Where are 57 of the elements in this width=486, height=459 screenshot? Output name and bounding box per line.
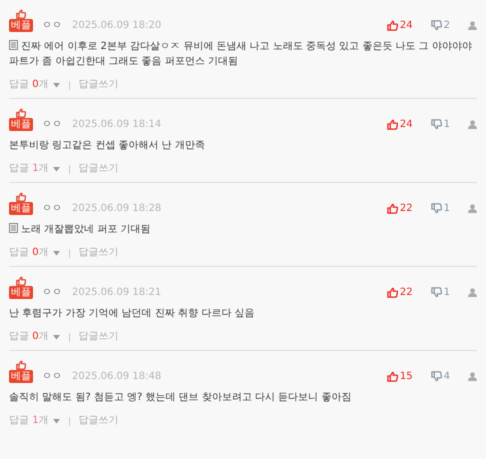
thumbs-down-icon [430,287,442,298]
author-name[interactable]: ㅇㅇ [42,202,62,215]
dislike-button[interactable]: 1 [430,118,450,131]
caret-icon [52,418,60,424]
like-button[interactable]: 22 [386,286,413,299]
dislike-button[interactable]: 2 [430,19,450,32]
reply-toggle[interactable]: 답글 0개 [9,330,60,344]
comment-date: 2025.06.09 18:14 [72,118,162,131]
caret-icon [52,334,60,340]
caret-icon [52,250,60,256]
thumbs-up-icon [386,371,398,382]
like-button[interactable]: 15 [386,370,413,383]
comment-date: 2025.06.09 18:20 [72,19,162,32]
thumbs-up-icon [386,203,398,214]
write-reply-link[interactable]: 답글쓰기 [78,330,119,344]
thumbs-up-icon [386,20,398,31]
reply-toggle[interactable]: 답글 0개 [9,78,60,92]
like-button[interactable]: 24 [386,19,413,32]
dislike-button[interactable]: 1 [430,286,450,299]
thumbs-down-icon [430,203,442,214]
like-button[interactable]: 22 [386,202,413,215]
write-reply-link[interactable]: 답글쓰기 [78,414,119,428]
thumbs-up-icon [386,287,398,298]
user-icon[interactable] [468,120,477,129]
comment-date: 2025.06.09 18:48 [72,370,162,383]
write-reply-link[interactable]: 답글쓰기 [78,162,119,176]
reply-toggle[interactable]: 답글 1개 [9,414,60,428]
user-icon[interactable] [468,21,477,30]
author-name[interactable]: ㅇㅇ [42,118,62,131]
comment-date: 2025.06.09 18:21 [72,286,162,299]
like-button[interactable]: 24 [386,118,413,131]
user-icon[interactable] [468,204,477,213]
thumbs-down-icon [430,371,442,382]
comment-text: 솔직히 말해도 됨? 첨듣고 엥? 했는데 댄브 찾아보려고 다시 듣다보니 좋아짐 [9,391,352,405]
write-reply-link[interactable]: 답글쓰기 [78,246,119,260]
write-reply-link[interactable]: 답글쓰기 [78,78,119,92]
dislike-button[interactable]: 4 [430,370,450,383]
reply-toggle[interactable]: 답글 1개 [9,162,60,176]
dislike-button[interactable]: 1 [430,202,450,215]
author-name[interactable]: ㅇㅇ [42,19,62,32]
user-icon[interactable] [468,288,477,297]
caret-icon [52,166,60,172]
author-name[interactable]: ㅇㅇ [42,370,62,383]
comment-text: 난 후렴구가 가장 기억에 남던데 진짜 취향 다르다 싶음 [9,307,256,321]
comment-date: 2025.06.09 18:28 [72,202,162,215]
comment-text: 노래 개잘뽑았네 퍼포 기대됨 [9,222,477,237]
caret-icon [52,82,60,88]
thumbs-up-icon [386,119,398,130]
comment-text: 본투비랑 링고같은 컨셉 좋아해서 난 개만족 [9,139,206,153]
user-icon[interactable] [468,372,477,381]
document-icon [9,223,18,233]
document-icon [9,40,18,50]
reply-toggle[interactable]: 답글 0개 [9,246,60,260]
thumbs-down-icon [430,20,442,31]
thumbs-down-icon [430,119,442,130]
comment-text: 진짜 에어 이후로 2본부 감다살ㅇㅈ 뮤비에 돈냄새 나고 노래도 중독성 있고 좋은듯 나도 그 야야야야 파트가 좀 아쉽긴한대 그래도 좋음 퍼포먼스 기대됨 [9,39,473,69]
author-name[interactable]: ㅇㅇ [42,286,62,299]
